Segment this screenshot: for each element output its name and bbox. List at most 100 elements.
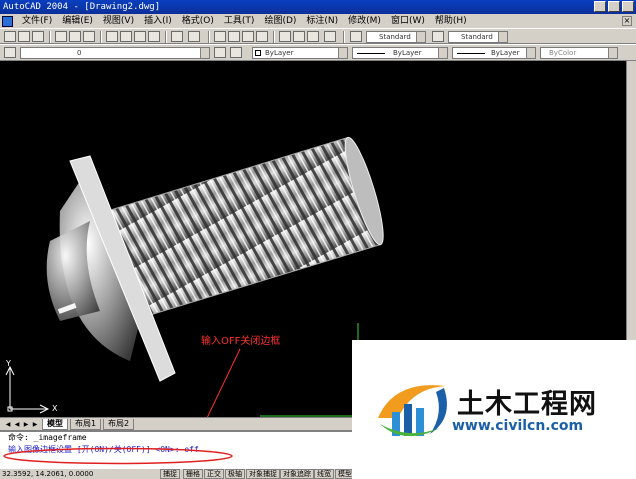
dim-style-value: Standard bbox=[461, 33, 493, 41]
undo-icon[interactable] bbox=[171, 31, 183, 42]
lineweight-toggle[interactable]: 线宽 bbox=[314, 469, 334, 479]
ucs-icon bbox=[5, 365, 50, 414]
lineweight-value: ByLayer bbox=[491, 49, 520, 57]
grid-toggle[interactable]: 栅格 bbox=[183, 469, 203, 479]
menu-tools[interactable]: 工具(T) bbox=[219, 14, 260, 28]
toolbar-separator bbox=[100, 31, 102, 43]
layers-toolbar: 0 ByLayer ByLayer ByLayer ByColor bbox=[0, 44, 636, 61]
window-title: AutoCAD 2004 - [Drawing2.dwg] bbox=[3, 2, 161, 12]
dim-style-select[interactable]: Standard bbox=[448, 31, 508, 43]
watermark-url: www.civilcn.com bbox=[452, 418, 584, 434]
color-select[interactable]: ByLayer bbox=[252, 47, 348, 59]
menu-modify[interactable]: 修改(M) bbox=[343, 14, 386, 28]
dim-style-icon[interactable] bbox=[432, 31, 444, 42]
toolbar-separator bbox=[273, 31, 275, 43]
plot-preview-icon[interactable] bbox=[69, 31, 81, 42]
highlight-ellipse bbox=[3, 447, 233, 465]
tab-next-icon[interactable]: ▶ bbox=[22, 420, 30, 429]
tab-layout2[interactable]: 布局2 bbox=[103, 419, 135, 430]
watermark-name: 土木工程网 bbox=[457, 389, 597, 420]
linetype-select[interactable]: ByLayer bbox=[352, 47, 448, 59]
zoom-realtime-icon[interactable] bbox=[228, 31, 240, 42]
civilcn-logo bbox=[378, 385, 447, 437]
plot-icon[interactable] bbox=[55, 31, 67, 42]
menu-bar: 文件(F) 编辑(E) 视图(V) 插入(I) 格式(O) 工具(T) 绘图(D… bbox=[0, 14, 636, 28]
autocad-icon[interactable] bbox=[2, 15, 13, 27]
minimize-button[interactable] bbox=[594, 1, 606, 12]
chevron-down-icon[interactable] bbox=[338, 48, 347, 58]
lineweight-sample bbox=[457, 53, 485, 54]
plotstyle-select[interactable]: ByColor bbox=[540, 47, 618, 59]
tab-last-icon[interactable]: ▶ bbox=[31, 420, 39, 429]
color-swatch bbox=[255, 50, 261, 56]
ucs-x-label: X bbox=[52, 404, 58, 413]
text-style-value: Standard bbox=[379, 33, 411, 41]
tab-prev-icon[interactable]: ◀ bbox=[13, 420, 21, 429]
linetype-value: ByLayer bbox=[393, 49, 422, 57]
watermark: 土木工程网 www.civilcn.com bbox=[352, 340, 636, 479]
redo-icon[interactable] bbox=[188, 31, 200, 42]
toolbar-separator bbox=[208, 31, 210, 43]
tab-layout1[interactable]: 布局1 bbox=[70, 419, 102, 430]
layer-manager-icon[interactable] bbox=[4, 47, 16, 58]
menu-dimension[interactable]: 标注(N) bbox=[301, 14, 343, 28]
close-button[interactable] bbox=[622, 1, 634, 12]
menu-help[interactable]: 帮助(H) bbox=[430, 14, 472, 28]
text-style-select[interactable]: Standard bbox=[366, 31, 426, 43]
title-bar: AutoCAD 2004 - [Drawing2.dwg] bbox=[0, 0, 636, 14]
publish-icon[interactable] bbox=[83, 31, 95, 42]
osnap-toggle[interactable]: 对象捕捉 bbox=[246, 469, 280, 479]
menu-view[interactable]: 视图(V) bbox=[98, 14, 139, 28]
cut-icon[interactable] bbox=[106, 31, 118, 42]
zoom-previous-icon[interactable] bbox=[256, 31, 268, 42]
ortho-toggle[interactable]: 正交 bbox=[204, 469, 224, 479]
menu-draw[interactable]: 绘图(D) bbox=[259, 14, 301, 28]
plotstyle-value: ByColor bbox=[549, 49, 577, 57]
lineweight-select[interactable]: ByLayer bbox=[452, 47, 536, 59]
make-layer-current-icon[interactable] bbox=[214, 47, 226, 58]
menu-insert[interactable]: 插入(I) bbox=[139, 14, 177, 28]
screw-thread bbox=[108, 136, 382, 319]
zoom-window-icon[interactable] bbox=[242, 31, 254, 42]
toolbar-separator bbox=[165, 31, 167, 43]
snap-toggle[interactable]: 捕捉 bbox=[160, 469, 180, 479]
menu-window[interactable]: 窗口(W) bbox=[386, 14, 430, 28]
menu-edit[interactable]: 编辑(E) bbox=[57, 14, 98, 28]
color-value: ByLayer bbox=[265, 49, 294, 57]
text-style-icon[interactable] bbox=[350, 31, 362, 42]
chevron-down-icon[interactable] bbox=[498, 32, 507, 42]
tab-model[interactable]: 模型 bbox=[42, 419, 68, 430]
toolbar-separator bbox=[343, 31, 345, 43]
chevron-down-icon[interactable] bbox=[200, 48, 209, 58]
match-properties-icon[interactable] bbox=[148, 31, 160, 42]
coordinates-readout: 32.3592, 14.2061, 0.0000 bbox=[2, 470, 94, 478]
properties-icon[interactable] bbox=[279, 31, 291, 42]
polar-toggle[interactable]: 极轴 bbox=[225, 469, 245, 479]
save-icon[interactable] bbox=[32, 31, 44, 42]
menu-format[interactable]: 格式(O) bbox=[177, 14, 219, 28]
layer-value: 0 bbox=[77, 49, 82, 57]
help-icon[interactable] bbox=[324, 31, 336, 42]
document-close-icon[interactable]: × bbox=[622, 16, 632, 26]
chevron-down-icon[interactable] bbox=[438, 48, 447, 58]
design-center-icon[interactable] bbox=[293, 31, 305, 42]
menu-file[interactable]: 文件(F) bbox=[17, 14, 57, 28]
copy-icon[interactable] bbox=[120, 31, 132, 42]
pan-icon[interactable] bbox=[214, 31, 226, 42]
tab-first-icon[interactable]: ◀ bbox=[4, 420, 12, 429]
chevron-down-icon[interactable] bbox=[526, 48, 535, 58]
open-icon[interactable] bbox=[18, 31, 30, 42]
otrack-toggle[interactable]: 对象追踪 bbox=[280, 469, 314, 479]
chevron-down-icon[interactable] bbox=[608, 48, 617, 58]
chevron-down-icon[interactable] bbox=[416, 32, 425, 42]
annotation-arrow bbox=[206, 348, 241, 417]
paste-icon[interactable] bbox=[134, 31, 146, 42]
maximize-button[interactable] bbox=[608, 1, 620, 12]
toolbar-separator bbox=[49, 31, 51, 43]
tool-palettes-icon[interactable] bbox=[307, 31, 319, 42]
annotation-text: 输入OFF关闭边框 bbox=[201, 336, 281, 347]
new-icon[interactable] bbox=[4, 31, 16, 42]
layer-select[interactable]: 0 bbox=[20, 47, 210, 59]
layer-previous-icon[interactable] bbox=[230, 47, 242, 58]
linetype-sample bbox=[357, 53, 385, 54]
